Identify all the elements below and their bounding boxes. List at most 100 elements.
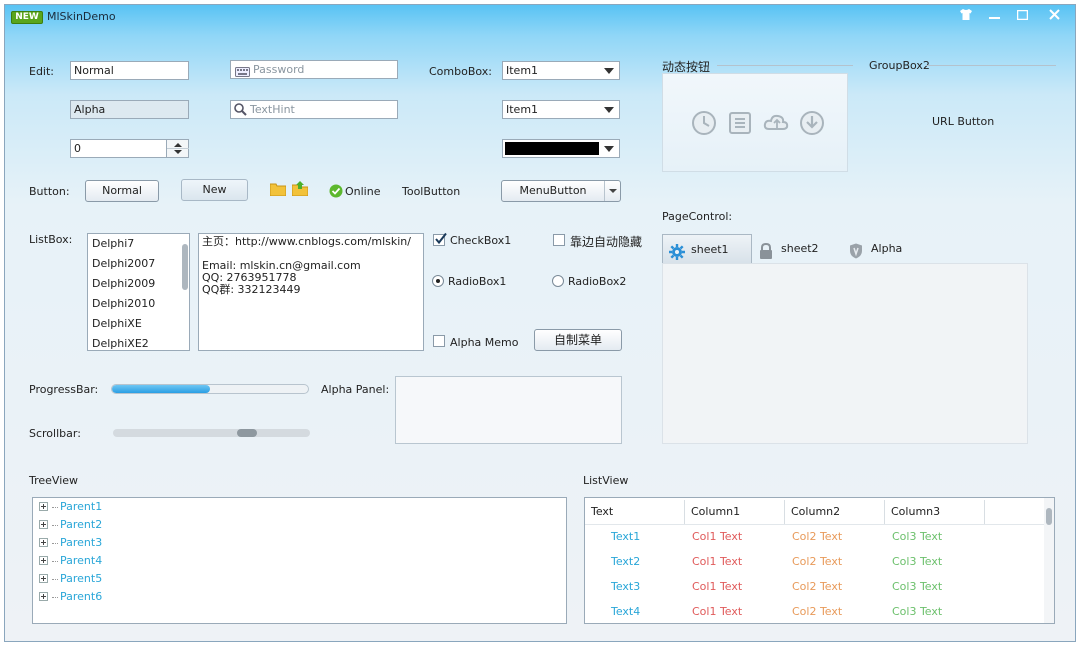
checkbox1[interactable] <box>433 232 447 246</box>
list-item[interactable]: Delphi2007 <box>88 254 189 274</box>
listview-scrollbar-track[interactable] <box>1044 498 1054 623</box>
listview-cell[interactable]: Col3 Text <box>892 574 942 599</box>
tab-sheet2-label: sheet2 <box>781 242 819 255</box>
folder-icon[interactable] <box>269 182 287 199</box>
listview-cell[interactable]: Col2 Text <box>792 574 842 599</box>
column-header[interactable]: Column2 <box>785 500 885 524</box>
autohide-label[interactable]: 靠边自动隐藏 <box>570 233 642 250</box>
skin-icon[interactable] <box>953 7 979 25</box>
tab-sheet1-label: sheet1 <box>691 243 729 256</box>
alpha-panel-label: Alpha Panel: <box>321 383 390 396</box>
texthint-field[interactable]: TextHint <box>230 100 398 119</box>
alpha-edit[interactable]: Alpha <box>70 100 189 119</box>
texthint-placeholder: TextHint <box>250 103 295 116</box>
radiobox1-label[interactable]: RadioBox1 <box>448 275 506 288</box>
radiobox1[interactable] <box>432 275 444 287</box>
tab-alpha[interactable]: Alpha <box>843 234 923 264</box>
tree-node[interactable]: Parent6 <box>39 588 102 606</box>
listview-cell[interactable]: Text2 <box>611 549 640 574</box>
listview-cell[interactable]: Text4 <box>611 599 640 623</box>
radiobox2-label[interactable]: RadioBox2 <box>568 275 626 288</box>
online-label[interactable]: Online <box>345 185 380 198</box>
minimize-button[interactable] <box>981 7 1007 25</box>
listview-cell[interactable]: Col3 Text <box>892 549 942 574</box>
toolbutton[interactable]: ToolButton <box>402 185 460 198</box>
tree-node[interactable]: Parent5 <box>39 570 102 588</box>
close-button[interactable] <box>1041 7 1067 25</box>
groupbox2-line <box>926 65 1056 66</box>
column-header[interactable]: Text <box>585 500 685 524</box>
combobox-2[interactable]: Item1 <box>502 100 620 119</box>
tree-node[interactable]: Parent1 <box>39 498 102 516</box>
menubutton-dropdown[interactable] <box>604 181 620 201</box>
scrollbar-thumb[interactable] <box>237 429 257 437</box>
radiobox2[interactable] <box>552 275 564 287</box>
list-item[interactable]: Delphi7 <box>88 234 189 254</box>
memo[interactable]: 主页：http://www.cnblogs.com/mlskin/ Email:… <box>198 233 424 351</box>
normal-button[interactable]: Normal <box>85 180 159 202</box>
tab-sheet2[interactable]: sheet2 <box>753 234 841 264</box>
pagecontrol-body <box>662 263 1028 444</box>
menubutton[interactable]: MenuButton <box>501 180 621 202</box>
color-combobox[interactable] <box>502 139 620 158</box>
treeview[interactable]: Parent1 Parent2 Parent3 Parent4 Parent5 … <box>32 497 567 624</box>
column-header[interactable]: Column1 <box>685 500 785 524</box>
list-item[interactable]: DelphiXE <box>88 314 189 334</box>
scrollbar[interactable] <box>113 429 310 437</box>
expand-icon[interactable] <box>39 556 48 565</box>
listview-scrollbar-thumb[interactable] <box>1046 508 1052 525</box>
column-header[interactable]: Column3 <box>885 500 985 524</box>
password-field[interactable]: Password <box>230 60 398 79</box>
new-button[interactable]: New <box>181 179 248 201</box>
history-icon[interactable] <box>691 110 717 139</box>
download-icon[interactable] <box>799 110 825 139</box>
listview-cell[interactable]: Col2 Text <box>792 549 842 574</box>
listview-cell[interactable]: Col2 Text <box>792 599 842 623</box>
listbox-scrollbar[interactable] <box>182 244 188 290</box>
expand-icon[interactable] <box>39 502 48 511</box>
window-title: MlSkinDemo <box>47 10 116 23</box>
cloud-sync-icon[interactable] <box>763 110 789 139</box>
keyboard-icon <box>235 65 250 82</box>
listview-cell[interactable]: Text1 <box>611 524 640 549</box>
new-badge: NEW <box>11 11 43 24</box>
maximize-button[interactable] <box>1009 7 1035 25</box>
pagecontrol-label: PageControl: <box>662 210 733 223</box>
listview[interactable]: Text Column1 Column2 Column3 Text1 Col1 T… <box>584 497 1055 624</box>
expand-icon[interactable] <box>39 592 48 601</box>
folder-up-icon[interactable] <box>291 181 309 199</box>
listview-cell[interactable]: Col3 Text <box>892 524 942 549</box>
tree-node[interactable]: Parent3 <box>39 534 102 552</box>
custom-menu-button[interactable]: 自制菜单 <box>534 329 622 351</box>
list-item[interactable]: Delphi2010 <box>88 294 189 314</box>
tab-sheet1[interactable]: sheet1 <box>662 234 752 264</box>
expand-icon[interactable] <box>39 574 48 583</box>
list-item[interactable]: Delphi2009 <box>88 274 189 294</box>
list-icon[interactable] <box>727 110 753 139</box>
listview-cell[interactable]: Col2 Text <box>792 524 842 549</box>
alphamemo-checkbox[interactable] <box>433 335 445 347</box>
list-item[interactable]: DelphiXE2 <box>88 334 189 350</box>
listview-cell[interactable]: Col3 Text <box>892 599 942 623</box>
normal-edit[interactable]: Normal <box>70 61 189 80</box>
combobox-1[interactable]: Item1 <box>502 61 620 80</box>
listview-cell[interactable]: Col1 Text <box>692 599 742 623</box>
tree-node[interactable]: Parent2 <box>39 516 102 534</box>
checkbox1-label[interactable]: CheckBox1 <box>450 234 511 247</box>
listbox[interactable]: Delphi7 Delphi2007 Delphi2009 Delphi2010… <box>87 233 190 351</box>
alphamemo-label[interactable]: Alpha Memo <box>450 336 518 349</box>
listview-cell[interactable]: Col1 Text <box>692 574 742 599</box>
expand-icon[interactable] <box>39 520 48 529</box>
listview-cell[interactable]: Col1 Text <box>692 549 742 574</box>
url-button[interactable]: URL Button <box>932 115 994 128</box>
spin-buttons[interactable] <box>166 140 189 157</box>
autohide-checkbox[interactable] <box>553 234 565 246</box>
listview-cell[interactable]: Text3 <box>611 574 640 599</box>
color-swatch <box>505 142 599 155</box>
listview-cell[interactable]: Col1 Text <box>692 524 742 549</box>
spin-edit[interactable]: 0 <box>70 139 189 158</box>
expand-icon[interactable] <box>39 538 48 547</box>
tree-node[interactable]: Parent4 <box>39 552 102 570</box>
scrollbar-label: Scrollbar: <box>29 427 81 440</box>
progressbar-label: ProgressBar: <box>29 383 99 396</box>
